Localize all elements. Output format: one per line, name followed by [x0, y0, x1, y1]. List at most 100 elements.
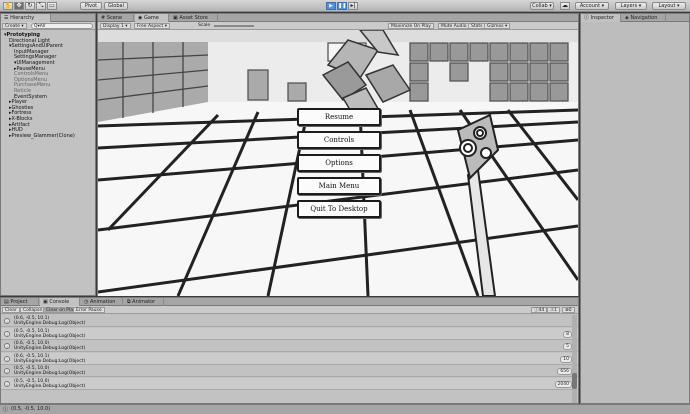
log-stacktrace: UnityEngine.Debug:Log(Object)	[14, 346, 86, 351]
layout-dropdown[interactable]: Layout ▾	[652, 2, 686, 10]
tab-inspector[interactable]: ⓘ Inspector	[581, 14, 621, 22]
info-log-icon: i	[4, 355, 10, 362]
log-collapse-count: 10	[560, 355, 572, 363]
log-stacktrace: UnityEngine.Debug:Log(Object)	[14, 371, 86, 376]
store-icon: ▣	[173, 15, 178, 21]
info-log-icon: i	[4, 330, 10, 337]
inspector-panel: ⓘ Inspector ◈ Navigation	[580, 13, 690, 404]
status-text[interactable]: (0.5, -0.5, 10.0)	[11, 406, 50, 413]
log-stacktrace: UnityEngine.Debug:Log(Object)	[14, 358, 86, 364]
resume-button[interactable]: Resume	[297, 108, 381, 126]
layers-dropdown[interactable]: Layers ▾	[615, 2, 647, 10]
options-button[interactable]: Options	[297, 154, 381, 172]
pause-button[interactable]: ❚❚	[337, 2, 347, 10]
maximize-on-play-toggle[interactable]: Maximize On Play	[388, 23, 434, 29]
tab-navigation-label: Navigation	[630, 15, 658, 21]
tab-animation-label: Animation	[89, 299, 116, 305]
play-button[interactable]: ▶	[326, 2, 336, 10]
console-log-row[interactable]: i (0.5, -0.5, 10.0) UnityEngine.Debug:Log(…	[1, 377, 578, 390]
console-panel: ▤ Project ▣ Console ◷ Animation ⧉ Animat…	[0, 297, 579, 404]
hierarchy-subbar: Create ▾ Q▾All	[1, 22, 95, 30]
log-stacktrace: UnityEngine.Debug:Log(Object)	[14, 333, 86, 339]
console-log-row[interactable]: i (0.6, -0.5, 10.1) UnityEngine.Debug:Log(…	[1, 352, 578, 365]
tab-project[interactable]: ▤ Project	[1, 298, 39, 306]
clear-button[interactable]: Clear	[2, 307, 20, 313]
rotate-tool-icon[interactable]: ↻	[25, 2, 35, 10]
collab-dropdown[interactable]: Collab ▾	[530, 2, 554, 10]
step-button[interactable]: ▸|	[348, 2, 358, 10]
hierarchy-item-label: Preview_Glammer(Clone)	[11, 132, 75, 139]
console-log-list[interactable]: i (0.6, -0.5, 10.1) UnityEngine.Debug:Log(…	[1, 315, 578, 403]
info-icon: ⓘ	[584, 15, 591, 21]
account-dropdown[interactable]: Account ▾	[575, 2, 609, 10]
hierarchy-search-input[interactable]: Q▾All	[31, 23, 93, 29]
game-icon: ◉	[138, 15, 143, 21]
tab-game[interactable]: ◉ Game	[135, 14, 169, 22]
tab-scene-label: Scene	[106, 15, 123, 21]
hand-tool-icon[interactable]: ✋	[3, 2, 13, 10]
stats-toggle[interactable]: Stats	[468, 23, 486, 29]
scale-label: Scale	[198, 23, 211, 28]
tab-hierarchy[interactable]: ☰ Hierarchy	[1, 14, 51, 22]
tab-project-label: Project	[10, 299, 28, 305]
cloud-icon[interactable]: ☁	[560, 2, 570, 10]
info-log-icon: i	[4, 318, 10, 324]
mute-audio-toggle[interactable]: Mute Audio	[438, 23, 470, 29]
log-collapse-count: 5	[563, 343, 572, 350]
game-tabbar: # Scene ◉ Game ▣ Asset Store	[98, 14, 578, 22]
scale-slider[interactable]	[214, 25, 254, 27]
warning-count-toggle[interactable]: ⚠1	[547, 307, 560, 313]
info-log-icon: i	[4, 343, 10, 349]
console-log-row[interactable]: i (0.5, -0.5, 10.0) UnityEngine.Debug:Log(…	[1, 365, 578, 377]
log-count-toggle[interactable]: ⓘ44	[531, 307, 548, 313]
tab-inspector-label: Inspector	[590, 15, 614, 21]
game-panel: # Scene ◉ Game ▣ Asset Store Display 1 ▾…	[97, 13, 579, 296]
log-collapse-count: 8	[563, 330, 572, 338]
error-count-toggle[interactable]: ⊗0	[562, 307, 575, 313]
console-tabbar: ▤ Project ▣ Console ◷ Animation ⧉ Animat…	[1, 298, 578, 306]
console-log-row[interactable]: i (0.6, -0.5, 10.0) UnityEngine.Debug:Log(…	[1, 340, 578, 352]
tab-game-label: Game	[143, 15, 159, 21]
console-log-row[interactable]: i (0.5, -0.5, 10.1) UnityEngine.Debug:Log(…	[1, 327, 578, 340]
main-menu-button[interactable]: Main Menu	[297, 177, 381, 195]
create-dropdown[interactable]: Create ▾	[2, 23, 27, 29]
global-toggle[interactable]: Global	[104, 2, 128, 10]
console-log-row[interactable]: i (0.6, -0.5, 10.1) UnityEngine.Debug:Log(…	[1, 315, 578, 327]
warning-count-value: 1	[554, 308, 557, 313]
collapse-toggle[interactable]: Collapse	[20, 307, 46, 313]
tab-scene[interactable]: # Scene	[98, 14, 134, 22]
tab-console[interactable]: ▣ Console	[40, 298, 80, 306]
display-dropdown[interactable]: Display 1 ▾	[100, 23, 131, 29]
console-scroll-thumb[interactable]	[572, 373, 577, 389]
move-tool-icon[interactable]: ✥	[14, 2, 24, 10]
inspector-tabbar: ⓘ Inspector ◈ Navigation	[581, 14, 689, 22]
rect-tool-icon[interactable]: ▭	[47, 2, 57, 10]
hierarchy-panel: ☰ Hierarchy Create ▾ Q▾All ▾Prototyping D…	[0, 13, 96, 296]
tab-animation[interactable]: ◷ Animation	[81, 298, 123, 306]
tab-animator-label: Animator	[132, 299, 156, 305]
console-scrollbar[interactable]	[572, 315, 577, 403]
error-pause-toggle[interactable]: Error Pause	[73, 307, 105, 313]
hierarchy-tabbar: ☰ Hierarchy	[1, 14, 95, 22]
pivot-toggle[interactable]: Pivot	[80, 2, 102, 10]
log-collapse-count: 656	[557, 368, 572, 375]
status-info-icon: ⓘ	[3, 407, 9, 413]
tab-hierarchy-label: Hierarchy	[10, 15, 35, 21]
tab-animator[interactable]: ⧉ Animator	[124, 298, 164, 306]
log-count-value: 44	[538, 308, 545, 313]
log-stacktrace: UnityEngine.Debug:Log(Object)	[14, 383, 86, 389]
log-stacktrace: UnityEngine.Debug:Log(Object)	[14, 321, 86, 326]
quit-to-desktop-button[interactable]: Quit To Desktop	[297, 200, 381, 218]
scene-icon: #	[101, 15, 106, 21]
controls-button[interactable]: Controls	[297, 131, 381, 149]
scale-tool-icon[interactable]: ⤡	[36, 2, 46, 10]
console-subbar: Clear Collapse Clear on Play Error Pause…	[1, 306, 578, 314]
gizmos-dropdown[interactable]: Gizmos ▾	[484, 23, 511, 29]
main-toolbar: ✋ ✥ ↻ ⤡ ▭ Pivot Global ▶ ❚❚ ▸| Collab ▾ …	[0, 0, 690, 12]
info-log-icon: i	[4, 380, 10, 387]
tab-navigation[interactable]: ◈ Navigation	[622, 14, 666, 22]
hierarchy-item[interactable]: ▸Preview_Glammer(Clone)	[9, 133, 75, 139]
aspect-dropdown[interactable]: Free Aspect ▾	[134, 23, 170, 29]
tab-asset-store[interactable]: ▣ Asset Store	[170, 14, 218, 22]
game-subbar: Display 1 ▾ Free Aspect ▾ Scale Maximize…	[98, 22, 578, 30]
